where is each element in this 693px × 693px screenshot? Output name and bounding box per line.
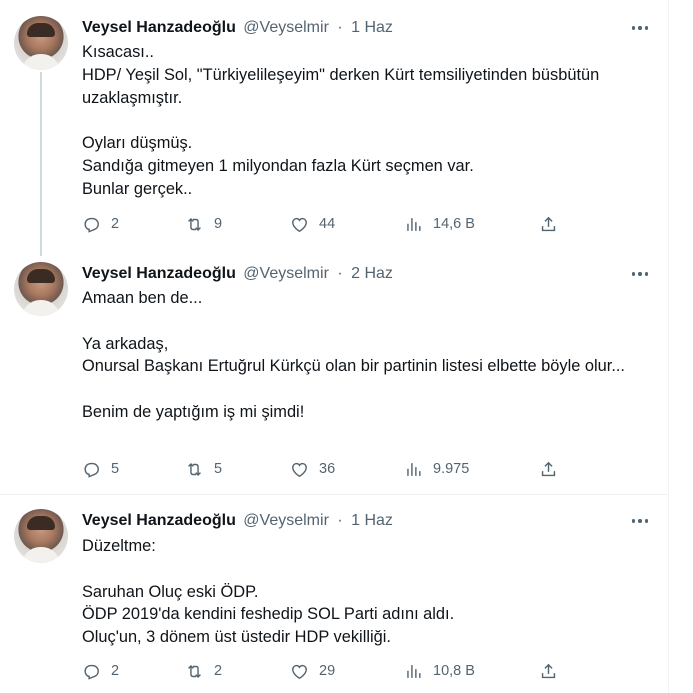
avatar[interactable]	[14, 16, 68, 70]
like-count: 36	[319, 461, 336, 477]
share-icon	[541, 216, 556, 231]
tweet-date[interactable]: 2 Haz	[351, 265, 393, 282]
more-options-button[interactable]	[628, 264, 652, 284]
tweet[interactable]: Veysel Hanzadeoğlu @Veyselmir · 1 Haz Kı…	[0, 0, 669, 248]
tweet-text: Düzeltme: Saruhan Oluç eski ÖDP. ÖDP 201…	[82, 537, 455, 647]
like-count: 44	[319, 216, 336, 232]
author-handle[interactable]: @Veyselmir	[243, 512, 329, 529]
views-button[interactable]: 10,8 B	[404, 661, 475, 681]
reply-button[interactable]: 5	[82, 459, 119, 479]
tweet-text: Amaan ben de... Ya arkadaş, Onursal Başk…	[82, 289, 625, 421]
more-icon	[631, 272, 636, 276]
avatar[interactable]	[14, 262, 68, 316]
author-handle[interactable]: @Veyselmir	[243, 19, 329, 36]
share-button[interactable]	[539, 214, 558, 234]
views-icon	[407, 462, 421, 476]
tweet[interactable]: Veysel Hanzadeoğlu @Veyselmir · 2 Haz Am…	[0, 248, 669, 494]
retweet-button[interactable]: 9	[185, 214, 222, 234]
reply-icon	[84, 462, 99, 478]
more-options-button[interactable]	[628, 511, 652, 531]
view-count: 14,6 B	[433, 216, 475, 232]
view-count: 9.975	[433, 461, 470, 477]
tweet-header: Veysel Hanzadeoğlu @Veyselmir · 2 Haz	[82, 264, 393, 284]
like-icon	[292, 462, 307, 477]
tweet-header: Veysel Hanzadeoğlu @Veyselmir · 1 Haz	[82, 18, 393, 38]
tweet-text: Kısacası.. HDP/ Yeşil Sol, "Türkiyelileş…	[82, 43, 600, 198]
retweet-icon	[188, 664, 201, 678]
reply-count: 2	[111, 216, 120, 232]
share-icon	[541, 663, 556, 678]
views-button[interactable]: 9.975	[404, 459, 469, 479]
like-button[interactable]: 44	[290, 214, 335, 234]
tweet-actions: 5 5 36 9.975	[82, 459, 562, 479]
retweet-count: 9	[214, 216, 223, 232]
retweet-icon	[188, 217, 201, 231]
views-icon	[407, 217, 421, 231]
more-icon	[631, 26, 636, 30]
more-icon	[631, 519, 636, 523]
retweet-icon	[188, 462, 201, 476]
column-border	[668, 0, 669, 693]
author-handle[interactable]: @Veyselmir	[243, 265, 329, 282]
share-button[interactable]	[539, 459, 558, 479]
like-icon	[292, 217, 307, 232]
retweet-button[interactable]: 2	[185, 661, 222, 681]
views-icon	[407, 664, 421, 678]
tweet-date[interactable]: 1 Haz	[351, 512, 393, 529]
like-count: 29	[319, 663, 336, 679]
tweet-actions: 2 9 44 14,6 B	[82, 214, 562, 234]
like-button[interactable]: 36	[290, 459, 335, 479]
like-button[interactable]: 29	[290, 661, 335, 681]
author-name[interactable]: Veysel Hanzadeoğlu	[82, 265, 236, 282]
separator-dot: ·	[337, 265, 343, 282]
tweet-actions: 2 2 29 10,8 B	[82, 661, 562, 681]
reply-icon	[84, 217, 99, 233]
view-count: 10,8 B	[433, 663, 475, 679]
more-options-button[interactable]	[628, 18, 652, 38]
share-icon	[541, 461, 556, 476]
reply-count: 2	[111, 663, 120, 679]
tweet-header: Veysel Hanzadeoğlu @Veyselmir · 1 Haz	[82, 511, 393, 531]
views-button[interactable]: 14,6 B	[404, 214, 475, 234]
reply-button[interactable]: 2	[82, 661, 119, 681]
tweet[interactable]: Veysel Hanzadeoğlu @Veyselmir · 1 Haz Dü…	[0, 495, 669, 693]
separator-dot: ·	[337, 19, 343, 36]
reply-count: 5	[111, 461, 120, 477]
retweet-count: 2	[214, 663, 223, 679]
share-button[interactable]	[539, 661, 558, 681]
retweet-count: 5	[214, 461, 223, 477]
separator-dot: ·	[337, 512, 343, 529]
reply-icon	[84, 664, 99, 680]
reply-button[interactable]: 2	[82, 214, 119, 234]
author-name[interactable]: Veysel Hanzadeoğlu	[82, 512, 236, 529]
like-icon	[292, 664, 307, 679]
avatar[interactable]	[14, 509, 68, 563]
tweet-date[interactable]: 1 Haz	[351, 19, 393, 36]
author-name[interactable]: Veysel Hanzadeoğlu	[82, 19, 236, 36]
retweet-button[interactable]: 5	[185, 459, 222, 479]
